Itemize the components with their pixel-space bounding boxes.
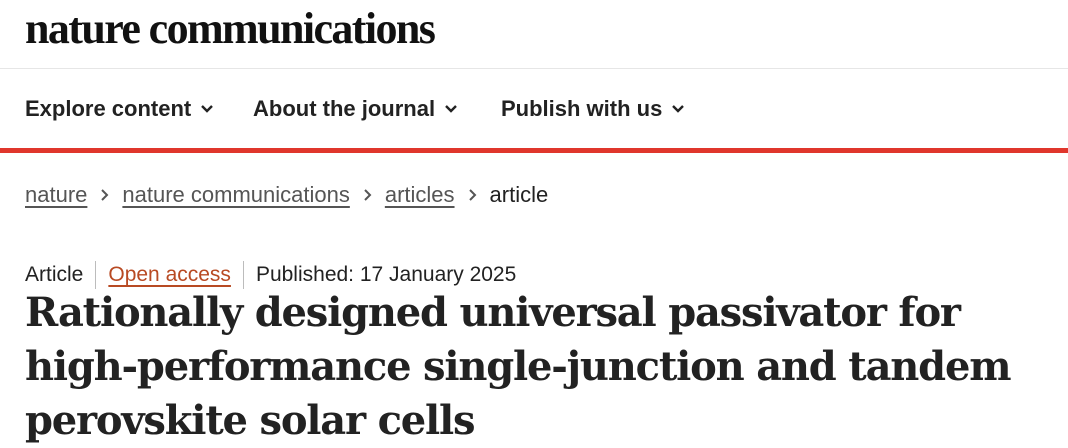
site-header: nature communications bbox=[0, 0, 1068, 69]
breadcrumb: nature nature communications articles ar… bbox=[25, 182, 548, 208]
breadcrumb-current: article bbox=[489, 182, 549, 207]
chevron-down-icon bbox=[444, 104, 458, 114]
main-nav: Explore content About the journal Publis… bbox=[0, 69, 1068, 153]
chevron-right-icon bbox=[468, 188, 477, 202]
chevron-down-icon bbox=[200, 104, 214, 114]
published-date: Published: 17 January 2025 bbox=[255, 263, 517, 286]
breadcrumb-link-nature-communications[interactable]: nature communications bbox=[122, 182, 349, 208]
article-meta: Article Open access Published: 17 Januar… bbox=[25, 261, 516, 289]
breadcrumb-link-nature[interactable]: nature bbox=[25, 182, 87, 208]
nav-about-journal[interactable]: About the journal bbox=[253, 96, 458, 122]
article-type: Article bbox=[25, 263, 84, 286]
open-access-link[interactable]: Open access bbox=[108, 263, 231, 287]
site-logo[interactable]: nature communications bbox=[25, 3, 436, 55]
nav-publish-with-us[interactable]: Publish with us bbox=[501, 96, 685, 122]
nav-explore-content[interactable]: Explore content bbox=[25, 96, 214, 122]
chevron-right-icon bbox=[100, 188, 109, 202]
nav-label: Explore content bbox=[25, 96, 192, 121]
article-title: Rationally designed universal passivator… bbox=[25, 289, 1012, 444]
meta-divider bbox=[242, 261, 244, 289]
chevron-down-icon bbox=[671, 104, 685, 114]
nav-label: About the journal bbox=[253, 96, 436, 121]
chevron-right-icon bbox=[363, 188, 372, 202]
meta-divider bbox=[95, 261, 97, 289]
nav-label: Publish with us bbox=[501, 96, 663, 121]
breadcrumb-link-articles[interactable]: articles bbox=[385, 182, 455, 208]
